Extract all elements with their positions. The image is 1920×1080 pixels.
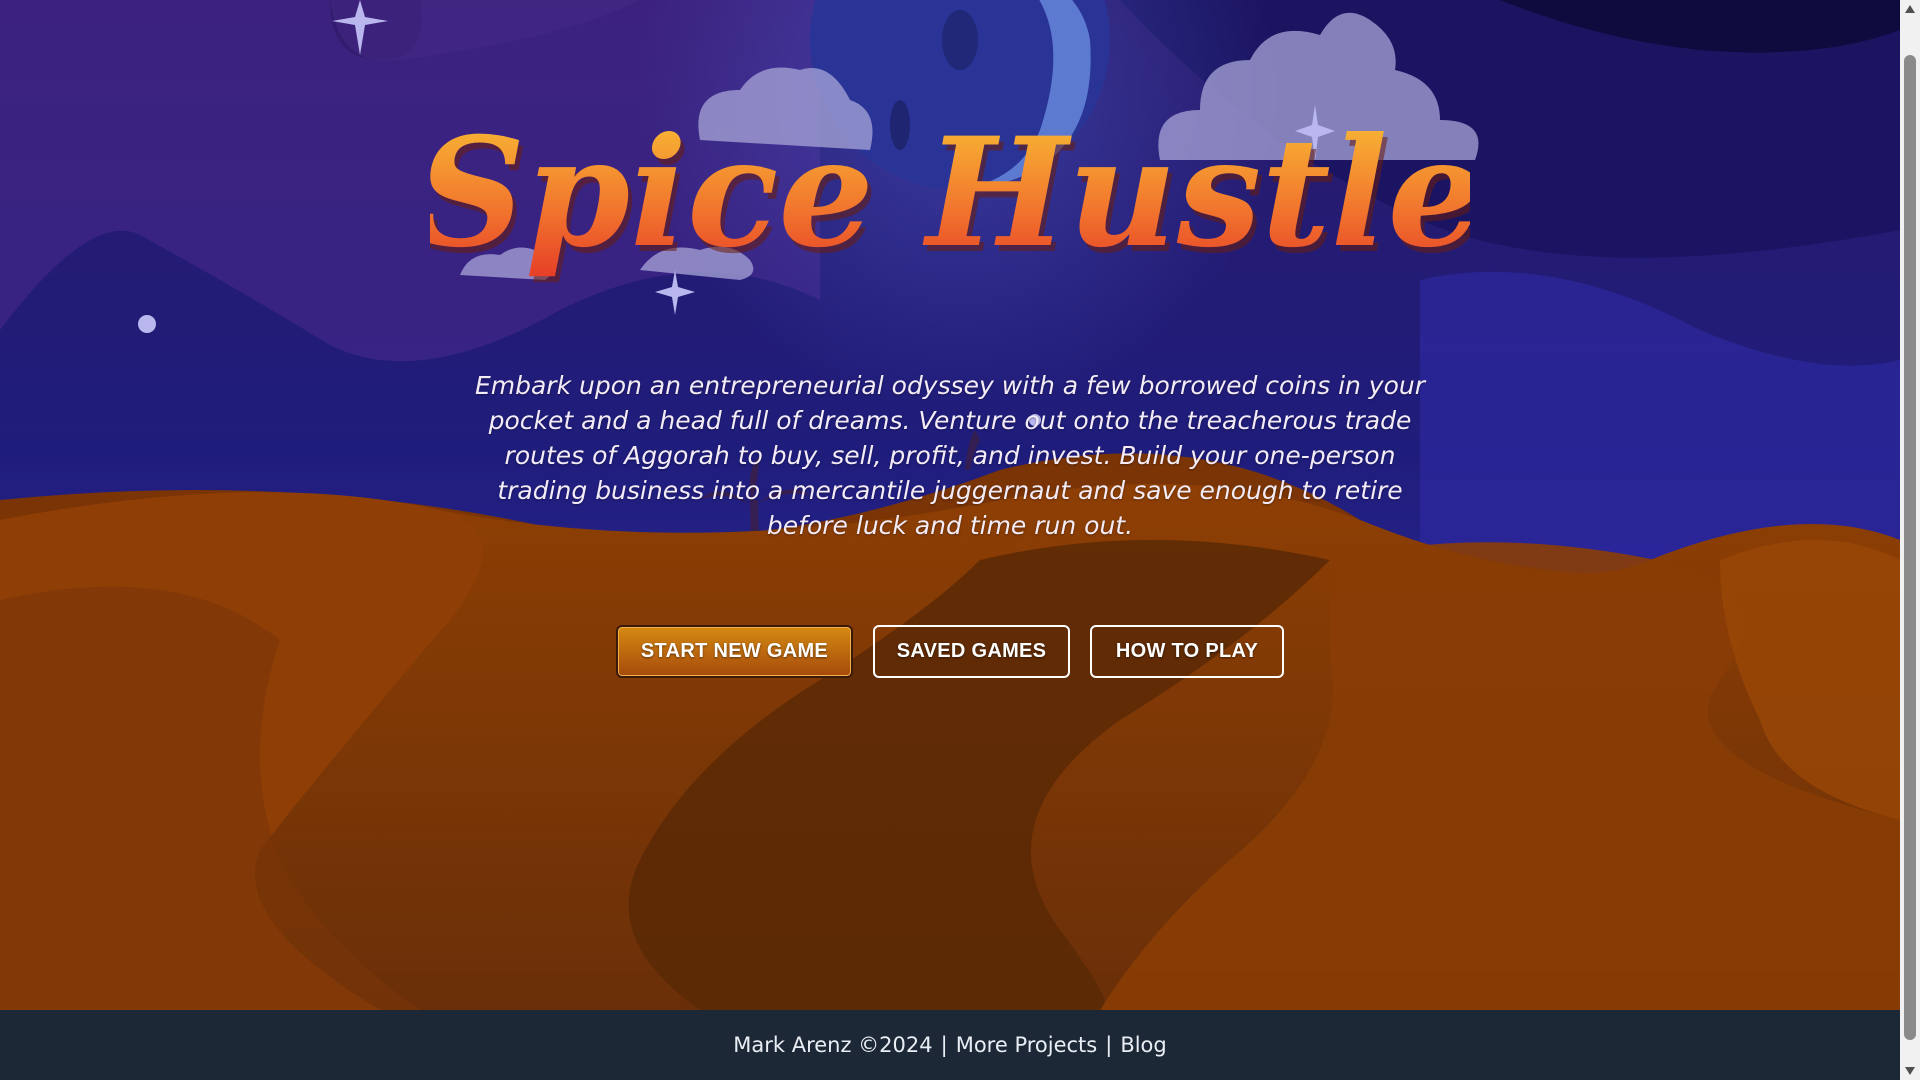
game-title-text: Spice Hustle [430,105,1470,281]
footer-separator: | [940,1033,948,1057]
page-scrollbar[interactable] [1900,0,1920,1080]
saved-games-button[interactable]: SAVED GAMES [873,625,1070,678]
footer-separator: | [1105,1033,1113,1057]
scroll-up-arrow-icon[interactable] [1900,0,1920,18]
game-title-logo: Spice Hustle Spice Hustle [430,105,1470,287]
footer-copyright: Mark Arenz ©2024 [733,1033,933,1057]
how-to-play-button[interactable]: HOW TO PLAY [1090,625,1284,678]
hero-scene: Spice Hustle Spice Hustle Embark upon an… [0,0,1900,1010]
more-projects-link[interactable]: More Projects [956,1033,1098,1057]
scroll-down-arrow-icon[interactable] [1900,1062,1920,1080]
site-footer: Mark Arenz ©2024 | More Projects | Blog [0,1010,1900,1080]
main-menu: START NEW GAME SAVED GAMES HOW TO PLAY [0,625,1900,678]
scrollbar-thumb[interactable] [1904,55,1916,1040]
blog-link[interactable]: Blog [1120,1033,1166,1057]
game-tagline: Embark upon an entrepreneurial odyssey w… [474,371,1426,540]
game-title: Spice Hustle Spice Hustle [0,70,1900,300]
start-new-game-button[interactable]: START NEW GAME [616,625,853,678]
